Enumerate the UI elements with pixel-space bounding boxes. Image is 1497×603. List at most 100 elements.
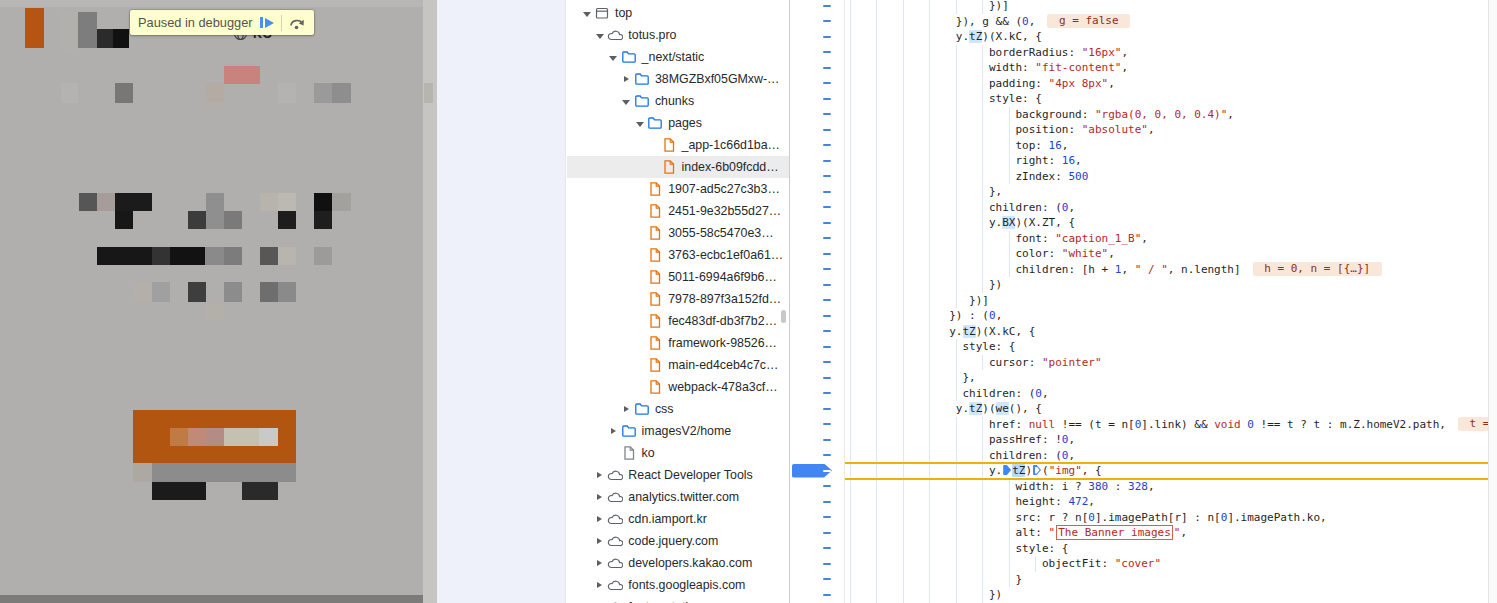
code-line[interactable]: zIndex: 500: [850, 169, 1488, 185]
code-line[interactable]: y.tZ)("img", {: [850, 463, 1488, 479]
code-line[interactable]: },: [850, 184, 1488, 200]
chevron-collapsed-icon[interactable]: [593, 538, 606, 544]
code-line[interactable]: }: [850, 572, 1488, 588]
gutter-line[interactable]: [790, 29, 844, 45]
gutter-line[interactable]: [790, 587, 844, 603]
tree-item-fonts-gstatic-com[interactable]: fonts.gstatic.com: [567, 596, 789, 603]
gutter-line[interactable]: [790, 541, 844, 557]
gutter-line[interactable]: [790, 76, 844, 92]
code-line[interactable]: position: "absolute",: [850, 122, 1488, 138]
tree-item-imagesv2-home[interactable]: imagesV2/home: [567, 420, 789, 442]
gutter-line[interactable]: [790, 200, 844, 216]
chevron-expanded-icon[interactable]: [607, 54, 620, 61]
gutter-line[interactable]: [790, 324, 844, 340]
code-line[interactable]: }), g && (0, g = false: [850, 14, 1488, 30]
code-line[interactable]: })]: [850, 0, 1488, 14]
tree-item--app-1c66d1ba-[interactable]: _app-1c66d1ba…: [567, 134, 789, 156]
gutter-line[interactable]: [790, 60, 844, 76]
tree-item-react-developer-tools[interactable]: React Developer Tools: [567, 464, 789, 486]
tree-item-pages[interactable]: pages: [567, 112, 789, 134]
gutter-line[interactable]: [790, 386, 844, 402]
chevron-collapsed-icon[interactable]: [620, 406, 633, 412]
code-line[interactable]: font: "caption_1_B",: [850, 231, 1488, 247]
gutter-line[interactable]: [790, 231, 844, 247]
code-line[interactable]: background: "rgba(0, 0, 0, 0.4)",: [850, 107, 1488, 123]
tree-item-webpack-478a3cf-[interactable]: webpack-478a3cf…: [567, 376, 789, 398]
code-line[interactable]: padding: "4px 8px",: [850, 76, 1488, 92]
code-line[interactable]: objectFit: "cover": [850, 556, 1488, 572]
chevron-collapsed-icon[interactable]: [607, 428, 620, 434]
gutter-line[interactable]: [790, 293, 844, 309]
tree-item-css[interactable]: css: [567, 398, 789, 420]
gutter-line[interactable]: [790, 184, 844, 200]
tree-item--next-static[interactable]: _next/static: [567, 46, 789, 68]
tree-item-main-ed4ceb4c7c-[interactable]: main-ed4ceb4c7c…: [567, 354, 789, 376]
gutter-line[interactable]: [790, 572, 844, 588]
tree-item-cdn-iamport-kr[interactable]: cdn.iamport.kr: [567, 508, 789, 530]
page-scrollbar[interactable]: [423, 0, 437, 603]
code-line[interactable]: children: (0,: [850, 386, 1488, 402]
inline-step-marker-outline-icon[interactable]: [1033, 465, 1041, 475]
tree-item-3055-58c5470e3-[interactable]: 3055-58c5470e3…: [567, 222, 789, 244]
code-line[interactable]: style: {: [850, 541, 1488, 557]
gutter-line[interactable]: [790, 401, 844, 417]
gutter-line[interactable]: [790, 262, 844, 278]
code-line[interactable]: passHref: !0,: [850, 432, 1488, 448]
code-line[interactable]: children: (0,: [850, 448, 1488, 464]
code-line[interactable]: top: 16,: [850, 138, 1488, 154]
tree-item-7978-897f3a152fd-[interactable]: 7978-897f3a152fd…: [567, 288, 789, 310]
code-line[interactable]: y.tZ)(X.kC, {: [850, 29, 1488, 45]
code-line[interactable]: },: [850, 370, 1488, 386]
code-line[interactable]: children: (0,: [850, 200, 1488, 216]
code-line[interactable]: }): [850, 277, 1488, 293]
tree-item-totus-pro[interactable]: totus.pro: [567, 24, 789, 46]
gutter-line[interactable]: [790, 122, 844, 138]
gutter-line[interactable]: [790, 91, 844, 107]
gutter-line[interactable]: [790, 107, 844, 123]
tree-item-fec483df-db3f7b2-[interactable]: fec483df-db3f7b2…: [567, 310, 789, 332]
step-over-icon[interactable]: [289, 16, 306, 30]
code-line[interactable]: right: 16,: [850, 153, 1488, 169]
gutter-line[interactable]: [790, 339, 844, 355]
chevron-collapsed-icon[interactable]: [593, 516, 606, 522]
code-line[interactable]: y.tZ)(we(), {: [850, 401, 1488, 417]
code-line[interactable]: children: [h + 1, " / ", n.length] h = 0…: [850, 262, 1488, 278]
tree-item-38mgzbxf05gmxw-[interactable]: 38MGZBxf05GMxw-…: [567, 68, 789, 90]
gutter-line[interactable]: [790, 510, 844, 526]
code-line[interactable]: href: null !== (t = n[0].link) && void 0…: [850, 417, 1488, 433]
code-line[interactable]: cursor: "pointer": [850, 355, 1488, 371]
gutter-line[interactable]: [790, 308, 844, 324]
gutter-line[interactable]: [790, 463, 844, 479]
tree-item-fonts-googleapis-com[interactable]: fonts.googleapis.com: [567, 574, 789, 596]
editor-scrollbar[interactable]: [1488, 0, 1497, 603]
gutter-line[interactable]: [790, 417, 844, 433]
tree-item-3763-ecbc1ef0a61-[interactable]: 3763-ecbc1ef0a61…: [567, 244, 789, 266]
code-line[interactable]: width: i ? 380 : 328,: [850, 479, 1488, 495]
gutter-line[interactable]: [790, 246, 844, 262]
code-line[interactable]: style: {: [850, 91, 1488, 107]
code-line[interactable]: style: {: [850, 339, 1488, 355]
chevron-collapsed-icon[interactable]: [593, 472, 606, 478]
gutter-line[interactable]: [790, 479, 844, 495]
tree-item-analytics-twitter-com[interactable]: analytics.twitter.com: [567, 486, 789, 508]
gutter-line[interactable]: [790, 215, 844, 231]
gutter-line[interactable]: [790, 556, 844, 572]
tree-item-code-jquery-com[interactable]: code.jquery.com: [567, 530, 789, 552]
chevron-expanded-icon[interactable]: [620, 98, 633, 105]
gutter-line[interactable]: [790, 355, 844, 371]
code-line[interactable]: }) : (0,: [850, 308, 1488, 324]
code-line[interactable]: }): [850, 587, 1488, 603]
tree-item-chunks[interactable]: chunks: [567, 90, 789, 112]
code-line[interactable]: })]: [850, 293, 1488, 309]
chevron-expanded-icon[interactable]: [633, 120, 646, 127]
inline-step-marker-filled-icon[interactable]: [1003, 465, 1011, 475]
tree-scrollbar-thumb[interactable]: [781, 310, 786, 323]
code-line[interactable]: alt: "The Banner images",: [850, 525, 1488, 541]
gutter-line[interactable]: [790, 169, 844, 185]
gutter-line[interactable]: [790, 525, 844, 541]
gutter-line[interactable]: [790, 14, 844, 30]
gutter-line[interactable]: [790, 138, 844, 154]
code-line[interactable]: borderRadius: "16px",: [850, 45, 1488, 61]
chevron-collapsed-icon[interactable]: [593, 560, 606, 566]
gutter-line[interactable]: [790, 448, 844, 464]
